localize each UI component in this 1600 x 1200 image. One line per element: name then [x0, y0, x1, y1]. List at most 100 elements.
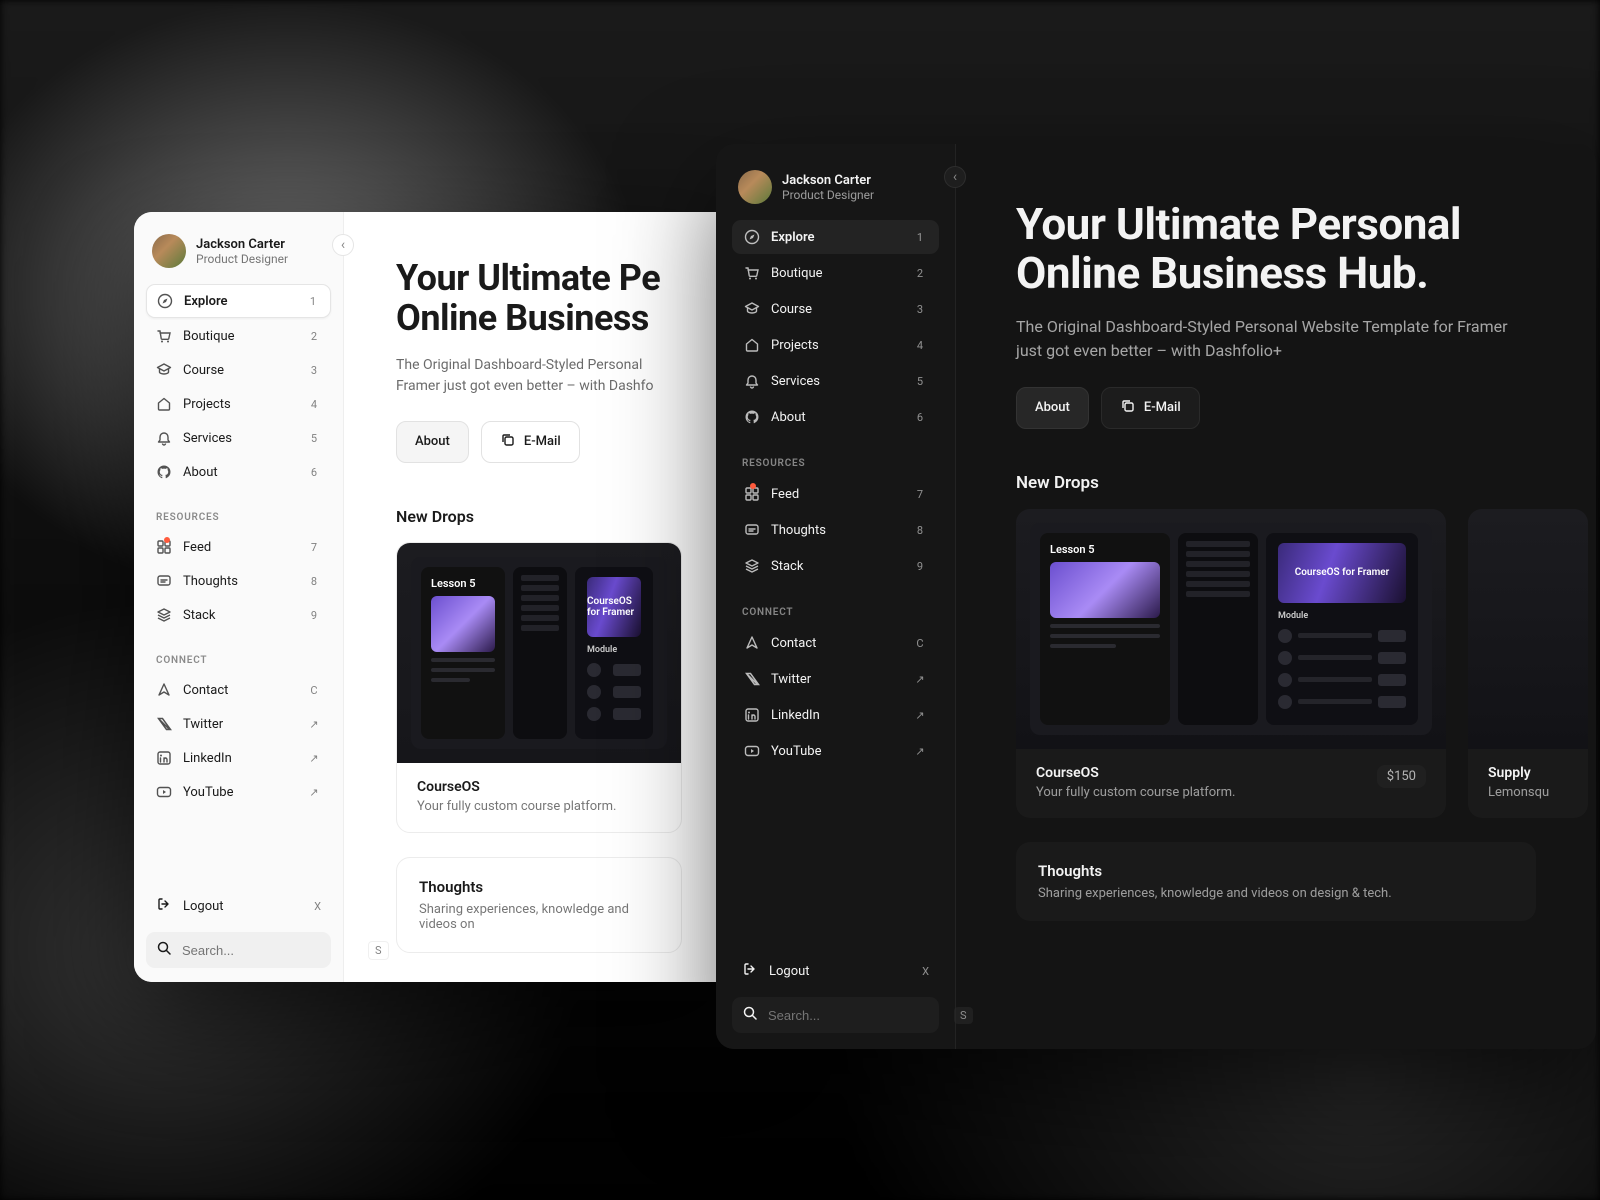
- card-price: $150: [1377, 765, 1426, 788]
- nav-badge: 9: [307, 609, 321, 622]
- nav-item-youtube[interactable]: YouTube↗: [732, 734, 939, 768]
- card-title: CourseOS: [417, 779, 661, 795]
- nav-badge: 8: [307, 575, 321, 588]
- nav-item-youtube[interactable]: YouTube↗: [146, 776, 331, 808]
- nav-label: Course: [771, 302, 902, 317]
- thoughts-title: Thoughts: [419, 878, 659, 896]
- logout-label: Logout: [183, 899, 224, 914]
- notification-dot: [750, 483, 756, 489]
- nav-item-about[interactable]: About6: [732, 400, 939, 434]
- search-field[interactable]: S: [146, 932, 331, 968]
- collapse-sidebar-button[interactable]: ‹: [332, 234, 354, 256]
- cart-icon: [156, 328, 172, 344]
- nav-item-explore[interactable]: Explore1: [146, 284, 331, 318]
- nav-badge: 6: [307, 466, 321, 479]
- nav-label: Stack: [771, 559, 902, 574]
- nav-item-services[interactable]: Services5: [732, 364, 939, 398]
- avatar: [152, 234, 186, 268]
- connect-label: CONNECT: [146, 641, 331, 674]
- main-content: Your Ultimate Personal Online Business H…: [956, 144, 1596, 1049]
- nav-badge: C: [307, 684, 321, 697]
- nav-item-thoughts[interactable]: Thoughts8: [146, 565, 331, 597]
- nav-badge: 4: [913, 339, 927, 352]
- card-title: Supply: [1488, 765, 1568, 781]
- github-icon: [156, 464, 172, 480]
- nav-badge: 3: [913, 303, 927, 316]
- search-field[interactable]: S: [732, 997, 939, 1033]
- nav-item-stack[interactable]: Stack9: [146, 599, 331, 631]
- send-icon: [744, 635, 760, 651]
- nav-label: Thoughts: [771, 523, 902, 538]
- nav-item-twitter[interactable]: Twitter↗: [732, 662, 939, 696]
- nav-item-explore[interactable]: Explore1: [732, 220, 939, 254]
- grad-icon: [744, 301, 760, 317]
- youtube-icon: [744, 743, 760, 759]
- search-input[interactable]: [182, 943, 358, 958]
- nav-label: Boutique: [183, 329, 296, 344]
- nav-item-boutique[interactable]: Boutique2: [732, 256, 939, 290]
- nav-label: LinkedIn: [183, 751, 296, 766]
- layers-icon: [744, 558, 760, 574]
- logout-shortcut: X: [922, 965, 929, 978]
- nav-label: About: [183, 465, 296, 480]
- nav-item-linkedin[interactable]: LinkedIn↗: [732, 698, 939, 732]
- nav-item-stack[interactable]: Stack 9: [732, 549, 939, 583]
- email-button[interactable]: E-Mail: [1101, 387, 1200, 429]
- nav-item-projects[interactable]: Projects4: [732, 328, 939, 362]
- drop-card-supply[interactable]: Supply Lemonsqu: [1468, 509, 1588, 818]
- nav-label: YouTube: [183, 785, 296, 800]
- nav-item-about[interactable]: About 6: [146, 456, 331, 488]
- about-button[interactable]: About: [396, 421, 469, 463]
- nav-item-contact[interactable]: Contact C: [146, 674, 331, 706]
- nav-item-twitter[interactable]: Twitter↗: [146, 708, 331, 740]
- logout-button[interactable]: Logout X: [146, 888, 331, 924]
- nav-connect: ContactCTwitter↗LinkedIn↗YouTube↗: [732, 626, 939, 768]
- drop-card-courseos[interactable]: Lesson 5 CourseOS for Framer Module Cour…: [396, 542, 682, 833]
- nav-label: Twitter: [771, 672, 902, 687]
- nav-resources: Feed7Thoughts8 Stack 9: [732, 477, 939, 583]
- linkedin-icon: [156, 750, 172, 766]
- page-subheading: The Original Dashboard-Styled Personal W…: [1016, 315, 1536, 363]
- profile[interactable]: Jackson Carter Product Designer: [732, 166, 939, 220]
- nav-label: Contact: [183, 683, 296, 698]
- nav-badge: 6: [913, 411, 927, 424]
- nav-badge: 9: [913, 560, 927, 573]
- send-icon: [156, 682, 172, 698]
- nav-item-thoughts[interactable]: Thoughts8: [732, 513, 939, 547]
- thoughts-card[interactable]: Thoughts Sharing experiences, knowledge …: [396, 857, 682, 953]
- nav-label: Boutique: [771, 266, 902, 281]
- nav-item-linkedin[interactable]: LinkedIn↗: [146, 742, 331, 774]
- search-icon: [742, 1005, 758, 1025]
- nav-item-contact[interactable]: ContactC: [732, 626, 939, 660]
- linkedin-icon: [744, 707, 760, 723]
- compass-icon: [744, 229, 760, 245]
- collapse-sidebar-button[interactable]: ‹: [944, 166, 966, 188]
- about-button[interactable]: About: [1016, 387, 1089, 429]
- avatar: [738, 170, 772, 204]
- nav-label: LinkedIn: [771, 708, 902, 723]
- nav-item-projects[interactable]: Projects4: [146, 388, 331, 420]
- search-input[interactable]: [768, 1008, 944, 1023]
- profile-role: Product Designer: [196, 252, 288, 266]
- profile-role: Product Designer: [782, 188, 874, 202]
- page-headline: Your Ultimate Personal Online Business H…: [1016, 200, 1536, 299]
- nav-connect: Contact C Twitter↗LinkedIn↗YouTube↗: [146, 674, 331, 808]
- email-button[interactable]: E-Mail: [481, 421, 580, 463]
- thoughts-card[interactable]: Thoughts Sharing experiences, knowledge …: [1016, 842, 1536, 921]
- logout-button[interactable]: Logout X: [732, 953, 939, 989]
- profile[interactable]: Jackson Carter Product Designer: [146, 230, 331, 284]
- drop-card-courseos[interactable]: Lesson 5 CourseOS for Framer Module: [1016, 509, 1446, 818]
- nav-item-feed[interactable]: Feed7: [732, 477, 939, 511]
- nav-item-services[interactable]: Services5: [146, 422, 331, 454]
- home-icon: [744, 337, 760, 353]
- home-icon: [156, 396, 172, 412]
- sidebar: ‹ Jackson Carter Product Designer Explor…: [134, 212, 344, 982]
- nav-badge: 1: [913, 231, 927, 244]
- nav-item-course[interactable]: Course3: [146, 354, 331, 386]
- nav-resources: Feed7Thoughts8Stack9: [146, 531, 331, 631]
- nav-item-feed[interactable]: Feed7: [146, 531, 331, 563]
- nav-item-course[interactable]: Course 3: [732, 292, 939, 326]
- message-icon: [744, 522, 760, 538]
- nav-item-boutique[interactable]: Boutique2: [146, 320, 331, 352]
- main-content: Your Ultimate Pe Online Business The Ori…: [344, 212, 734, 982]
